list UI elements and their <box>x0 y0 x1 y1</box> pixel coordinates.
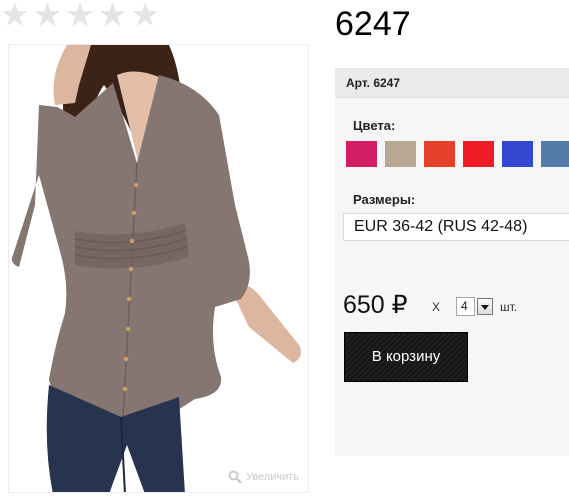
times-sign: X <box>432 300 441 314</box>
size-select[interactable]: EUR 36-42 (RUS 42-48) <box>343 213 569 241</box>
colors-label: Цвета: <box>353 118 396 133</box>
star-icon[interactable]: ★ <box>98 0 128 32</box>
color-swatch-beige[interactable] <box>385 141 416 167</box>
add-to-cart-button[interactable]: В корзину <box>344 332 468 382</box>
star-rating[interactable]: ★ ★ ★ ★ ★ <box>0 0 160 32</box>
star-icon[interactable]: ★ <box>33 0 63 32</box>
article-bar: Арт. 6247 <box>335 68 569 98</box>
zoom-label: Увеличить <box>246 471 300 483</box>
product-title: 6247 <box>335 5 411 43</box>
zoom-link[interactable]: Увеличить <box>228 468 299 486</box>
price: 650 ₽ <box>343 291 408 319</box>
quantity-select[interactable]: 4 <box>456 297 493 316</box>
color-swatch-orange-red[interactable] <box>424 141 455 167</box>
model-illustration <box>11 45 301 492</box>
article-number: Арт. 6247 <box>346 76 401 90</box>
product-photo[interactable] <box>8 44 309 493</box>
product-options-panel: Арт. 6247 Цвета: Размеры: EUR 36-42 (RUS… <box>335 68 569 456</box>
star-icon[interactable]: ★ <box>0 0 30 32</box>
color-swatch-blue[interactable] <box>502 141 533 167</box>
color-swatch-red[interactable] <box>463 141 494 167</box>
star-icon[interactable]: ★ <box>130 0 160 32</box>
quantity-value[interactable]: 4 <box>456 297 475 316</box>
chevron-down-icon[interactable] <box>477 298 493 315</box>
color-swatches <box>346 141 569 167</box>
color-swatch-magenta[interactable] <box>346 141 377 167</box>
color-swatch-steel-blue[interactable] <box>541 141 569 167</box>
magnifier-icon <box>228 470 242 484</box>
sizes-label: Размеры: <box>353 192 416 207</box>
quantity-unit: шт. <box>500 300 518 314</box>
star-icon[interactable]: ★ <box>65 0 95 32</box>
